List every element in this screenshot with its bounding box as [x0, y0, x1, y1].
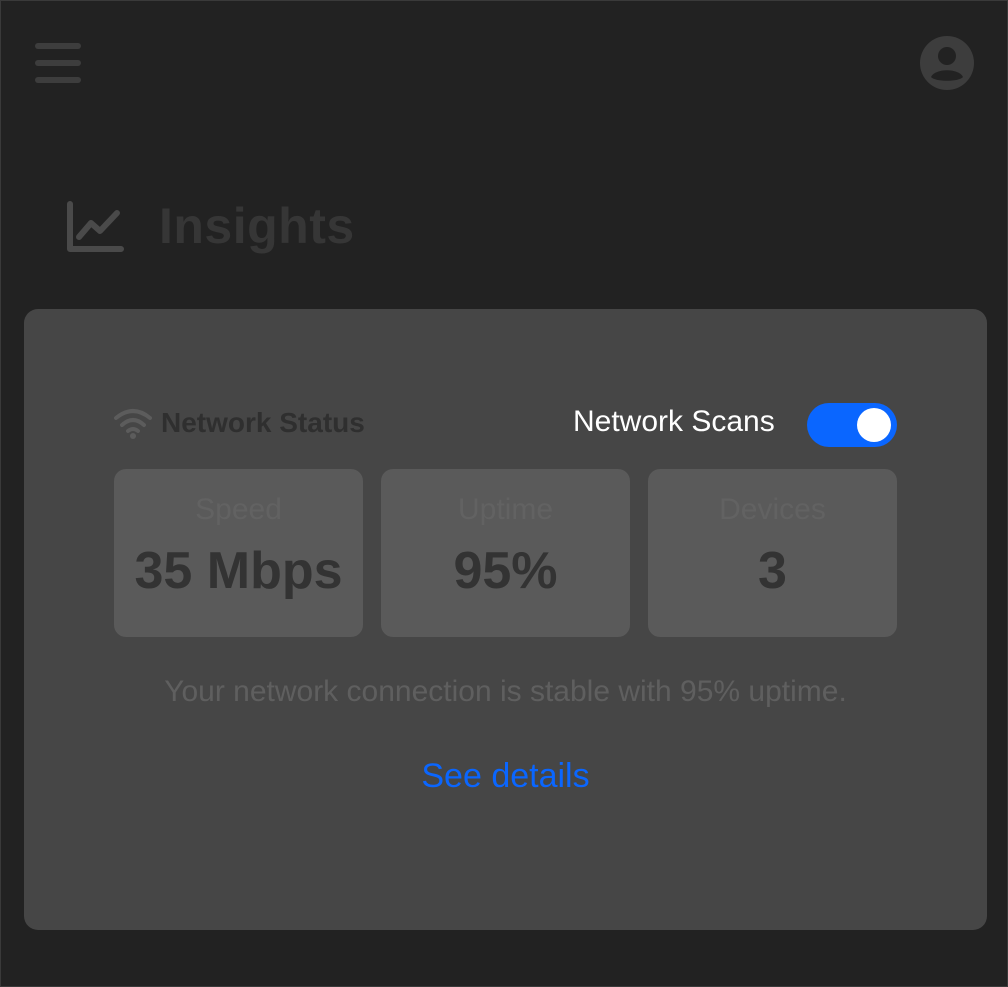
stat-value: 3: [758, 542, 787, 600]
toggle-knob: [857, 408, 891, 442]
see-details-link[interactable]: See details: [24, 757, 987, 796]
page-title: Insights: [159, 198, 355, 254]
network-summary-text: Your network connection is stable with 9…: [164, 675, 847, 708]
line-chart-icon: [65, 201, 125, 255]
hamburger-menu-icon[interactable]: [27, 35, 89, 91]
stat-devices: Devices 3: [648, 469, 897, 637]
network-scans-toggle[interactable]: [807, 403, 897, 447]
stat-label: Uptime: [457, 493, 554, 526]
account-circle-icon[interactable]: [919, 35, 975, 91]
network-status-header: Network Status: [113, 403, 365, 443]
stat-label: Devices: [719, 493, 826, 526]
stat-value: 35 Mbps: [134, 542, 343, 600]
wifi-icon: [114, 409, 152, 439]
network-scans-label: Network Scans: [573, 405, 775, 438]
app-screen: Insights Network Status Network Scans Sp…: [0, 0, 1008, 987]
stat-uptime: Uptime 95%: [381, 469, 630, 637]
stat-value: 95%: [453, 542, 558, 600]
stat-label: Speed: [195, 493, 282, 526]
network-status-title: Network Status: [161, 407, 365, 438]
stat-speed: Speed 35 Mbps: [114, 469, 363, 637]
